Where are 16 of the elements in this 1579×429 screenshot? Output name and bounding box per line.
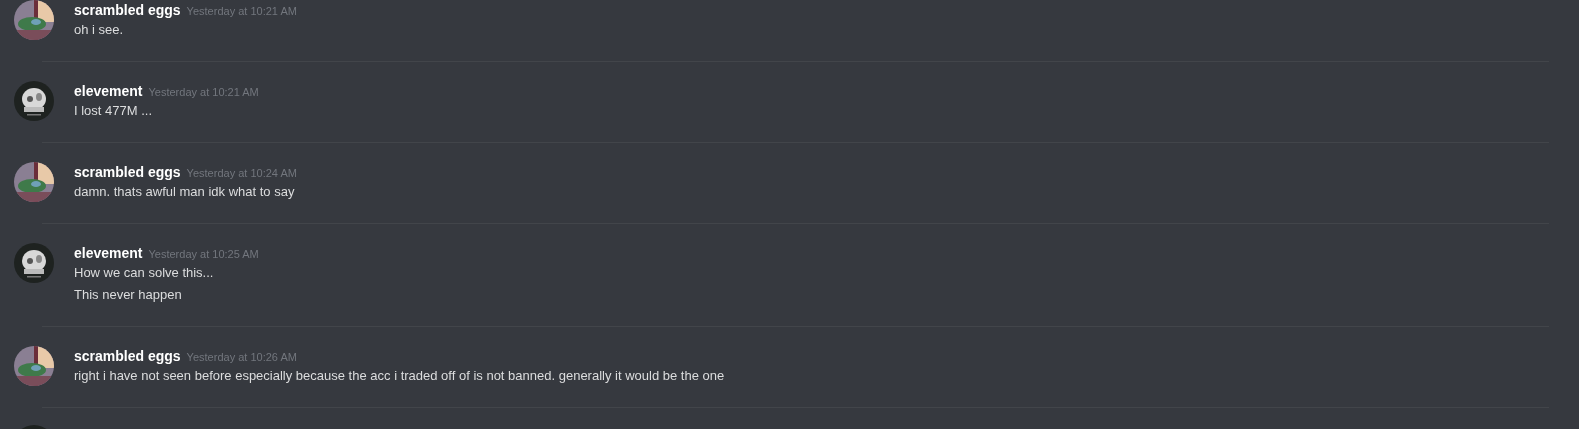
message-text: This never happen xyxy=(74,286,183,304)
message-text: damn. thats awful man idk what to say xyxy=(74,183,296,201)
message-text: right i have not seen before especially because the acc i traded off of is not banned. generally it would be the one xyxy=(74,367,725,385)
timestamp: Yesterday at 10:25 AM xyxy=(148,247,259,262)
message-text: oh i see. xyxy=(74,21,125,39)
message-text: How we can solve this... xyxy=(74,264,215,282)
timestamp: Yesterday at 10:21 AM xyxy=(186,4,297,19)
message-text: I lost 477M ... xyxy=(74,102,154,120)
username[interactable]: elevement xyxy=(74,82,143,100)
timestamp: Yesterday at 10:26 AM xyxy=(186,350,297,365)
username[interactable]: scrambled eggs xyxy=(74,1,181,19)
username[interactable]: scrambled eggs xyxy=(74,163,181,181)
username[interactable]: scrambled eggs xyxy=(74,347,181,365)
username[interactable]: elevement xyxy=(74,244,143,262)
timestamp: Yesterday at 10:21 AM xyxy=(148,85,259,100)
timestamp: Yesterday at 10:24 AM xyxy=(186,166,297,181)
